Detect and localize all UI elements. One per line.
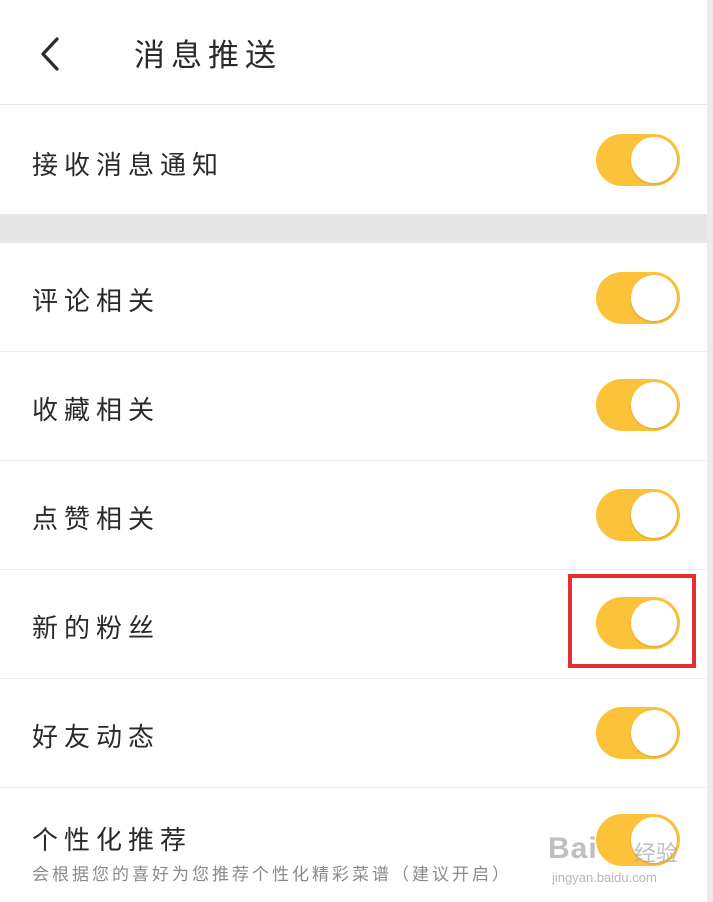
setting-label: 新的粉丝 [32, 614, 161, 644]
toggle-knob [631, 492, 677, 538]
settings-page: 消息推送 接收消息通知 评论相关 收藏相关 点赞相关 新的粉丝 好友动态 个性化… [0, 0, 713, 902]
likes-toggle[interactable] [596, 489, 680, 541]
personalized-toggle[interactable] [596, 814, 680, 866]
setting-label: 个性化推荐 [32, 826, 193, 856]
setting-label: 点赞相关 [32, 505, 161, 535]
setting-row-personalized: 个性化推荐 会根据您的喜好为您推荐个性化精彩菜谱（建议开启） [0, 788, 707, 902]
setting-row-likes: 点赞相关 [0, 461, 707, 570]
section-divider [0, 214, 707, 243]
back-button[interactable] [28, 28, 72, 84]
setting-label: 收藏相关 [32, 396, 161, 426]
toggle-knob [631, 137, 677, 183]
favorites-toggle[interactable] [596, 379, 680, 431]
scroll-edge [707, 0, 713, 902]
friend-activity-toggle[interactable] [596, 707, 680, 759]
chevron-left-icon [39, 36, 61, 76]
setting-row-receive-notifications: 接收消息通知 [0, 105, 707, 214]
nav-header: 消息推送 [0, 0, 707, 105]
setting-row-friend-activity: 好友动态 [0, 679, 707, 788]
comments-toggle[interactable] [596, 272, 680, 324]
page-title: 消息推送 [134, 38, 282, 74]
toggle-knob [631, 382, 677, 428]
receive-notifications-toggle[interactable] [596, 134, 680, 186]
new-followers-toggle[interactable] [596, 597, 680, 649]
setting-row-favorites: 收藏相关 [0, 352, 707, 461]
toggle-knob [631, 275, 677, 321]
toggle-knob [631, 817, 677, 863]
setting-label: 评论相关 [32, 287, 161, 317]
setting-row-new-followers: 新的粉丝 [0, 570, 707, 679]
setting-row-comments: 评论相关 [0, 243, 707, 352]
toggle-knob [631, 710, 677, 756]
setting-label: 好友动态 [32, 723, 161, 753]
setting-label: 接收消息通知 [32, 151, 225, 181]
setting-description: 会根据您的喜好为您推荐个性化精彩菜谱（建议开启） [32, 865, 512, 885]
toggle-knob [631, 600, 677, 646]
